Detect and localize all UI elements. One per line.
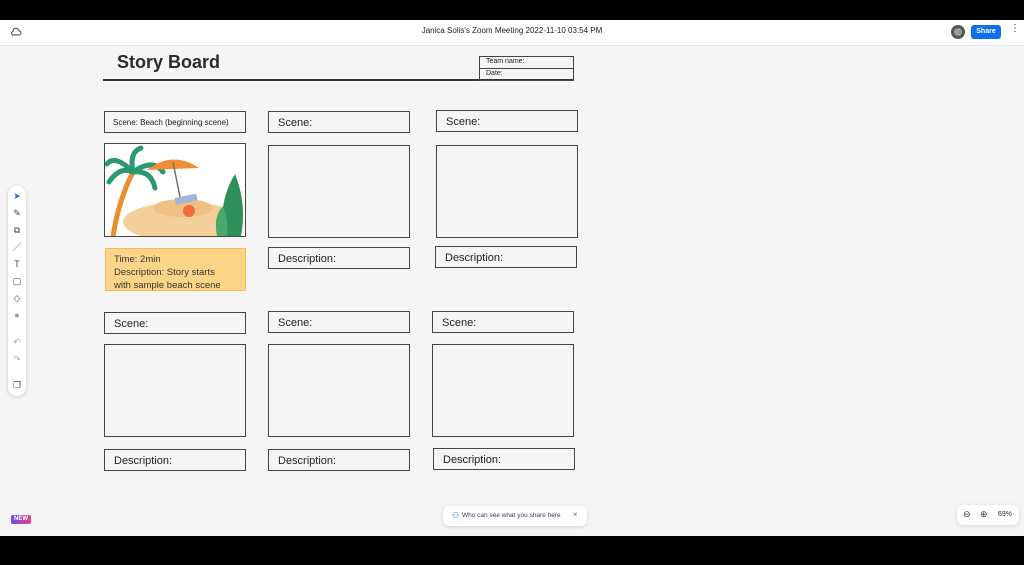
window-title-bar: Janica Solis's Zoom Meeting 2022-11-10 0… bbox=[0, 20, 1024, 46]
zoom-control: ⊖ ⊕ 69% bbox=[957, 505, 1019, 525]
scene-frame[interactable] bbox=[436, 145, 578, 238]
sticky-note[interactable]: Time: 2min Description: Story starts wit… bbox=[105, 248, 246, 291]
scene-label-box[interactable]: Scene: bbox=[268, 111, 410, 133]
note-time: Time: 2min bbox=[114, 254, 161, 265]
beach-illustration bbox=[104, 145, 243, 242]
zoom-out-icon[interactable]: ⊖ bbox=[963, 509, 971, 520]
scene-frame[interactable] bbox=[268, 344, 410, 437]
description-label: Description: bbox=[278, 253, 337, 265]
zoom-level[interactable]: 69% bbox=[998, 511, 1012, 518]
date-label: Date: bbox=[486, 70, 503, 77]
scene-label: Scene: Beach (beginning scene) bbox=[113, 118, 229, 127]
scene-frame[interactable] bbox=[104, 143, 246, 242]
scene-label-box[interactable]: Scene: bbox=[104, 312, 246, 334]
redo-icon[interactable]: ↷ bbox=[11, 353, 23, 365]
scene-label: Scene: bbox=[442, 317, 477, 329]
share-visibility-text: Who can see what you share here bbox=[462, 512, 561, 519]
avatar[interactable] bbox=[951, 25, 965, 39]
team-name-label: Team name: bbox=[486, 58, 525, 65]
undo-icon[interactable]: ↶ bbox=[11, 336, 23, 348]
text-icon[interactable]: T bbox=[11, 258, 23, 270]
note-line1: Description: Story starts bbox=[114, 267, 215, 278]
description-box[interactable]: Description: bbox=[104, 449, 246, 471]
scene-label-box[interactable]: Scene: Beach (beginning scene) bbox=[104, 111, 246, 133]
description-box[interactable]: Description: bbox=[268, 247, 410, 269]
board-title: Story Board bbox=[117, 52, 221, 72]
description-box[interactable]: Description: bbox=[433, 448, 575, 470]
eraser-icon[interactable]: ◇ bbox=[11, 292, 23, 304]
select-icon[interactable]: ➤ bbox=[11, 190, 23, 202]
share-button[interactable]: Share bbox=[971, 25, 1001, 39]
scene-frame[interactable] bbox=[104, 344, 246, 437]
window-title: Janica Solis's Zoom Meeting 2022-11-10 0… bbox=[421, 26, 603, 35]
bottom-bar bbox=[0, 536, 1024, 565]
shapes-icon[interactable]: ⧉ bbox=[11, 224, 23, 236]
description-box[interactable]: Description: bbox=[435, 246, 577, 268]
description-label: Description: bbox=[445, 252, 504, 264]
description-label: Description: bbox=[114, 455, 173, 467]
scene-label: Scene: bbox=[278, 317, 313, 329]
more-options-icon[interactable]: ⋮ bbox=[1010, 23, 1020, 34]
sticky-note-icon[interactable]: ▢ bbox=[11, 275, 23, 287]
whiteboard-toolbar: ➤ ✎ ⧉ ／ T ▢ ◇ ● ↶ ↷ ❐ bbox=[8, 186, 26, 396]
scene-label-box[interactable]: Scene: bbox=[268, 311, 410, 333]
scene-frame[interactable] bbox=[268, 145, 410, 238]
share-visibility-banner[interactable]: ⚇ Who can see what you share here × bbox=[443, 506, 587, 526]
zoom-in-icon[interactable]: ⊕ bbox=[980, 509, 988, 520]
pen-icon[interactable]: ✎ bbox=[11, 207, 23, 219]
date-field[interactable]: Date: bbox=[479, 68, 574, 81]
scene-frame[interactable] bbox=[432, 344, 574, 437]
scene-label: Scene: bbox=[114, 318, 149, 330]
note-line2: with sample beach scene bbox=[114, 280, 221, 291]
description-label: Description: bbox=[443, 454, 502, 466]
new-badge[interactable]: NEW bbox=[11, 515, 31, 524]
color-icon[interactable]: ● bbox=[11, 309, 23, 321]
description-label: Description: bbox=[278, 455, 337, 467]
line-icon[interactable]: ／ bbox=[11, 241, 23, 253]
scene-label-box[interactable]: Scene: bbox=[432, 311, 574, 333]
close-icon[interactable]: × bbox=[573, 510, 578, 519]
pages-icon[interactable]: ❐ bbox=[11, 379, 23, 391]
scene-label: Scene: bbox=[278, 117, 313, 129]
scene-label-box[interactable]: Scene: bbox=[436, 110, 578, 132]
people-icon: ⚇ bbox=[452, 511, 460, 520]
description-box[interactable]: Description: bbox=[268, 449, 410, 471]
scene-label: Scene: bbox=[446, 116, 481, 128]
